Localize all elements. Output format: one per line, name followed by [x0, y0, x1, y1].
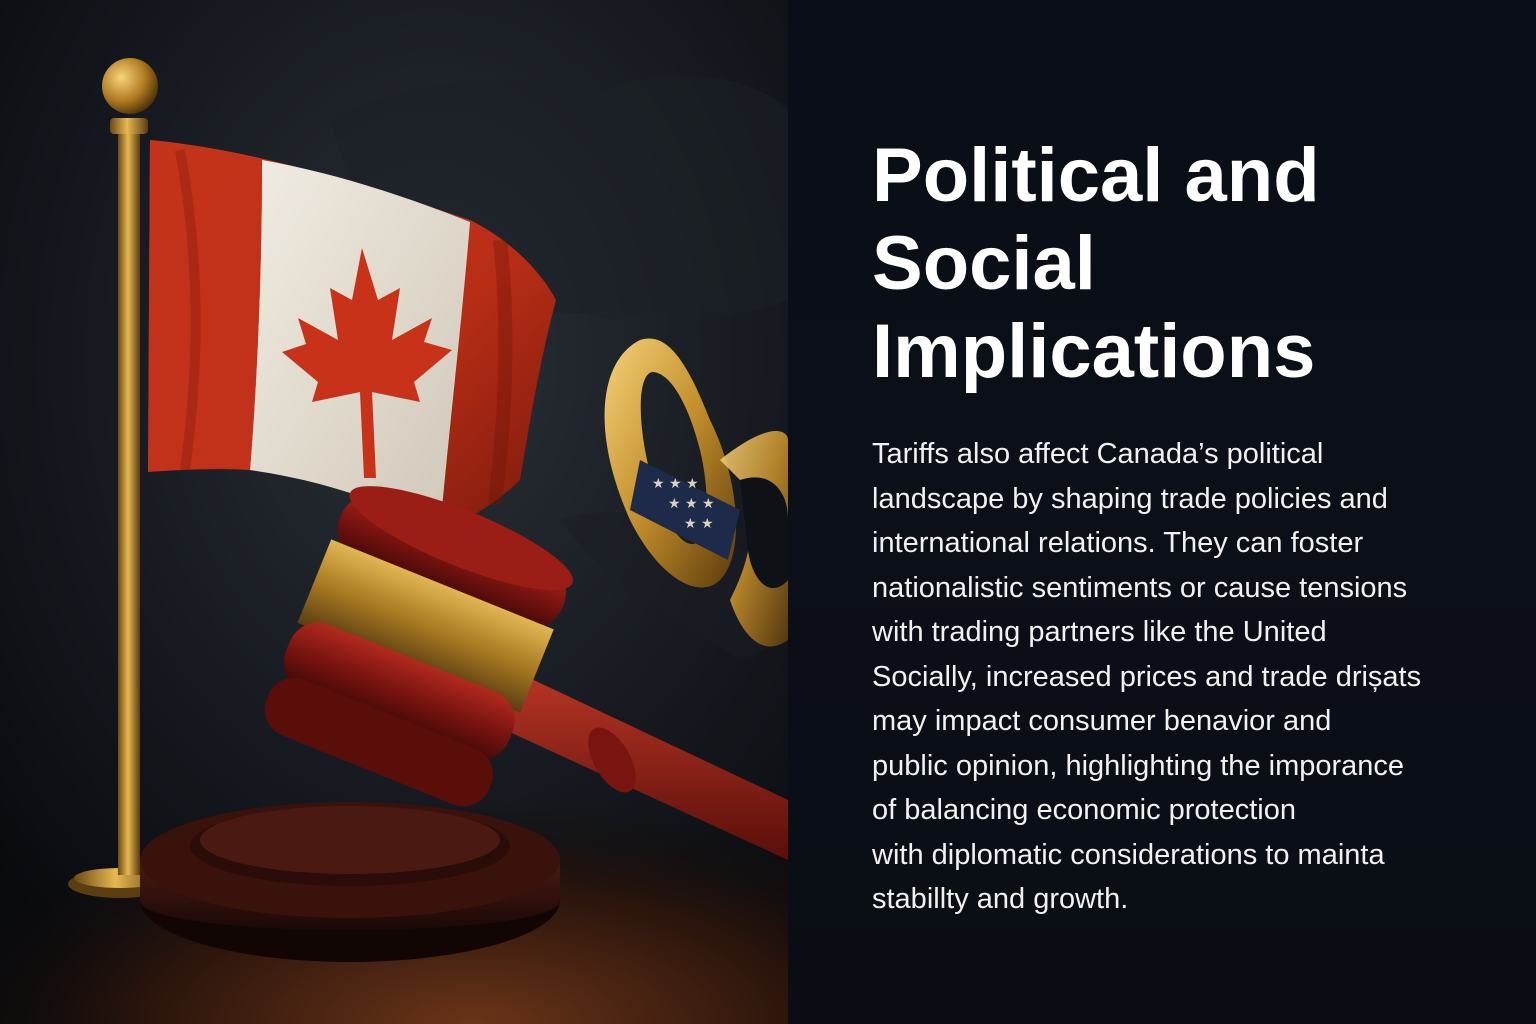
svg-text:★ ★ ★: ★ ★ ★	[652, 476, 699, 492]
body-line: Tariffs also affect Canada’s political	[872, 438, 1324, 470]
title-line: Implications	[872, 309, 1316, 394]
text-panel: Political and Social Implications Tariff…	[788, 0, 1536, 1024]
body-line: Socially, increased prices and trade dri…	[872, 660, 1422, 693]
body-line: landscape by shaping trade policies and	[872, 482, 1388, 515]
page-title: Political and Social Implications	[872, 132, 1492, 396]
svg-text:★ ★ ★: ★ ★ ★	[668, 496, 715, 512]
body-line: public opinion, highlighting the imporan…	[872, 749, 1405, 782]
gavel-block	[140, 802, 560, 962]
title-line: Social	[872, 221, 1096, 306]
title-line: Political and	[872, 133, 1320, 218]
body-line: with trading partners like the United	[872, 616, 1327, 648]
body-line: nationalistic sentiments or cause tensio…	[872, 571, 1408, 604]
body-line: of balancing economic protection	[872, 794, 1296, 826]
body-paragraph: Tariffs also affect Canada’s political l…	[872, 432, 1512, 922]
illustration: ★ ★ ★ ★ ★ ★ ★ ★	[0, 0, 788, 1024]
body-line: with diplomatic considerations to mainta	[872, 838, 1385, 871]
body-line: stabillty and growth.	[872, 883, 1129, 915]
body-line: international relations. They can foster	[872, 527, 1364, 559]
body-line: may impact consumer benavior and	[872, 705, 1332, 737]
svg-text:★ ★: ★ ★	[684, 516, 714, 532]
